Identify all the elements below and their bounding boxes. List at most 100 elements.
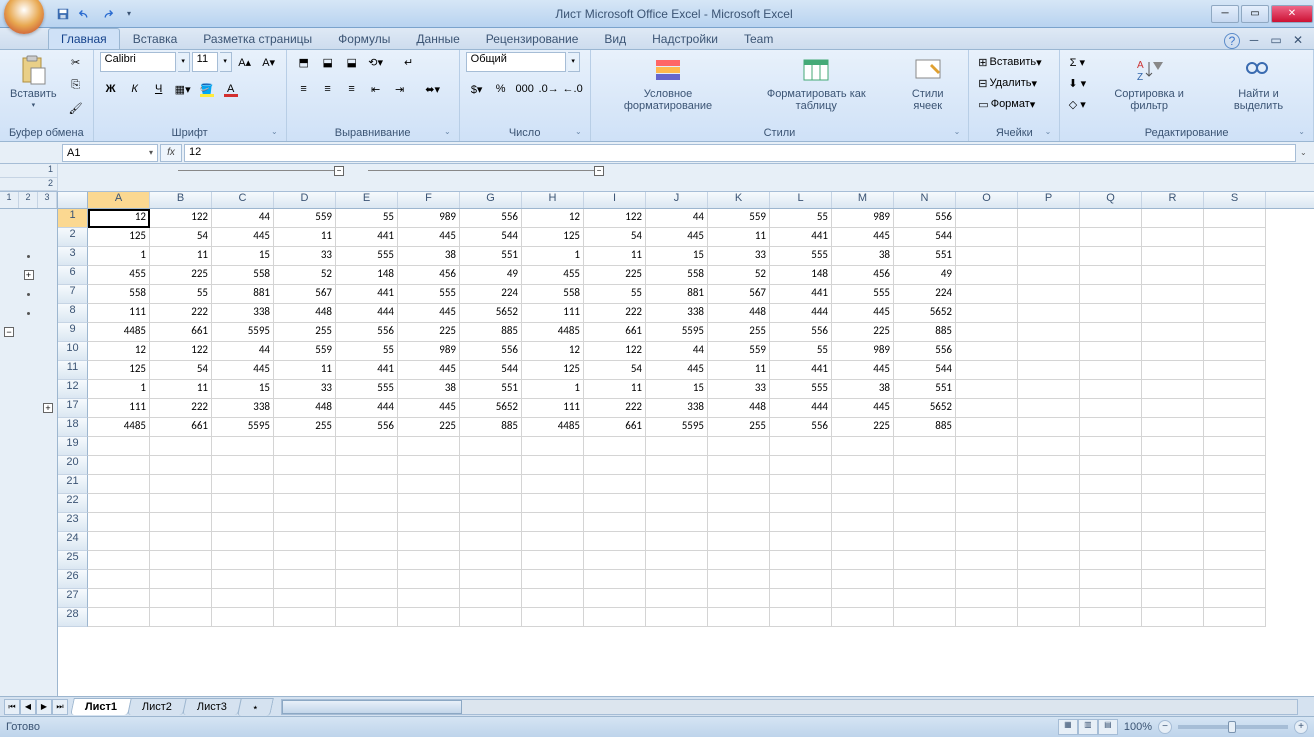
cell[interactable]: 11 [708,228,770,247]
row-header[interactable]: 3 [58,247,88,266]
cell[interactable]: 54 [584,228,646,247]
column-header[interactable]: C [212,192,274,208]
cell[interactable]: 556 [336,323,398,342]
cell[interactable] [336,456,398,475]
cell[interactable] [956,456,1018,475]
cell[interactable] [88,570,150,589]
clear-icon[interactable]: ◇ ▾ [1066,94,1088,114]
ribbon-tab-4[interactable]: Данные [403,28,472,49]
cell[interactable]: 567 [274,285,336,304]
cell[interactable] [1204,532,1266,551]
row-header[interactable]: 12 [58,380,88,399]
column-header[interactable]: G [460,192,522,208]
cell[interactable]: 4485 [522,323,584,342]
cell[interactable]: 661 [150,418,212,437]
cell[interactable] [708,551,770,570]
cell[interactable]: 445 [832,399,894,418]
cell[interactable] [956,532,1018,551]
cell[interactable] [522,437,584,456]
cell[interactable]: 441 [770,228,832,247]
cell[interactable] [1080,475,1142,494]
cell[interactable] [1204,437,1266,456]
cell[interactable]: 441 [336,285,398,304]
cell[interactable] [894,513,956,532]
undo-icon[interactable] [76,5,94,23]
cell[interactable] [274,513,336,532]
cell[interactable] [1018,532,1080,551]
cell[interactable]: 551 [460,247,522,266]
save-icon[interactable] [54,5,72,23]
cell[interactable]: 222 [584,304,646,323]
cell[interactable]: 544 [460,361,522,380]
cell[interactable]: 558 [212,266,274,285]
zoom-level[interactable]: 100% [1124,721,1152,733]
column-header[interactable]: S [1204,192,1266,208]
decrease-font-icon[interactable]: A▾ [258,52,280,72]
cell[interactable] [1142,304,1204,323]
cell[interactable] [956,608,1018,627]
cell[interactable]: 989 [832,342,894,361]
format-cells-button[interactable]: ▭ Формат ▾ [975,94,1053,114]
cell[interactable]: 5652 [460,304,522,323]
cell[interactable] [1018,247,1080,266]
cell[interactable]: 5652 [460,399,522,418]
cell[interactable]: 445 [212,361,274,380]
cell[interactable]: 11 [708,361,770,380]
cell[interactable]: 441 [336,228,398,247]
cell[interactable] [894,532,956,551]
cell[interactable] [832,494,894,513]
row-header[interactable]: 2 [58,228,88,247]
cell[interactable]: 54 [150,361,212,380]
cell[interactable]: 444 [770,304,832,323]
row-outline-level-2[interactable]: 2 [19,192,38,208]
cell[interactable] [398,437,460,456]
cell[interactable] [1142,361,1204,380]
cell[interactable] [274,456,336,475]
cell[interactable] [1204,475,1266,494]
cell[interactable]: 125 [522,228,584,247]
row-header[interactable]: 27 [58,589,88,608]
percent-icon[interactable]: % [490,79,512,99]
formula-input[interactable]: 12 [184,144,1296,162]
cell[interactable] [956,551,1018,570]
cell[interactable]: 44 [212,209,274,228]
cell[interactable] [150,475,212,494]
cell[interactable] [150,551,212,570]
cell[interactable] [770,532,832,551]
cell[interactable] [1018,380,1080,399]
row-header[interactable]: 17 [58,399,88,418]
cell[interactable]: 1 [522,380,584,399]
cell[interactable]: 4485 [88,418,150,437]
cell[interactable] [708,608,770,627]
cell[interactable]: 55 [150,285,212,304]
cell[interactable] [398,532,460,551]
cell[interactable]: 445 [646,228,708,247]
cell[interactable] [956,494,1018,513]
cell[interactable] [1142,456,1204,475]
cell[interactable] [770,513,832,532]
row-header[interactable]: 23 [58,513,88,532]
cell[interactable] [1018,304,1080,323]
cell[interactable] [212,551,274,570]
row-header[interactable]: 21 [58,475,88,494]
cell[interactable] [1142,532,1204,551]
delete-cells-button[interactable]: ⊟ Удалить ▾ [975,73,1053,93]
cell[interactable] [1080,399,1142,418]
cell[interactable] [1142,513,1204,532]
cell[interactable]: 11 [274,361,336,380]
cell[interactable]: 555 [336,247,398,266]
column-header[interactable]: B [150,192,212,208]
cell[interactable] [956,247,1018,266]
cell[interactable]: 544 [460,228,522,247]
cell[interactable]: 15 [646,380,708,399]
cell[interactable] [336,494,398,513]
cell[interactable]: 445 [398,399,460,418]
cell[interactable]: 125 [522,361,584,380]
col-outline-level-2[interactable]: 2 [0,178,57,192]
cell[interactable]: 11 [150,247,212,266]
cell[interactable]: 38 [832,247,894,266]
cell[interactable]: 448 [708,304,770,323]
number-format-select[interactable]: Общий [466,52,566,72]
cell[interactable]: 55 [770,342,832,361]
cell[interactable] [584,608,646,627]
